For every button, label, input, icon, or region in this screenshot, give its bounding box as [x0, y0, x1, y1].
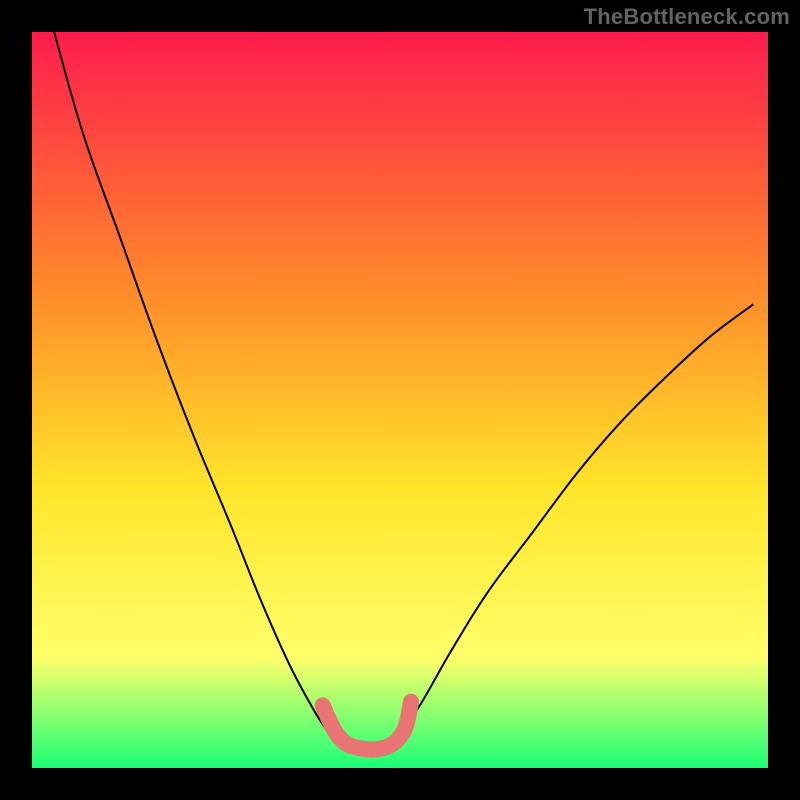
gradient-background: [32, 32, 768, 768]
bottleneck-plot: [32, 32, 768, 768]
chart-canvas: TheBottleneck.com: [0, 0, 800, 800]
watermark-text: TheBottleneck.com: [584, 4, 790, 30]
